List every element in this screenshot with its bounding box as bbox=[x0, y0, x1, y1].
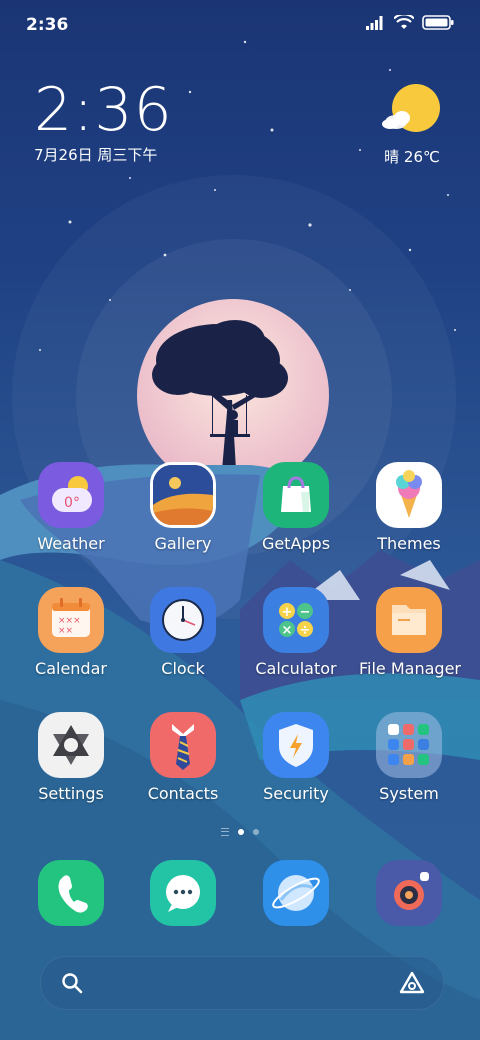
widget-date: 7月26日 周三下午 bbox=[34, 146, 158, 164]
page-indicator[interactable] bbox=[0, 828, 480, 836]
app-label: Weather bbox=[37, 534, 105, 553]
app-label: File Manager bbox=[359, 659, 461, 678]
dock-camera[interactable] bbox=[359, 860, 459, 926]
message-icon bbox=[150, 860, 216, 926]
signal-icon bbox=[366, 15, 383, 30]
app-file-manager[interactable]: File Manager bbox=[359, 587, 461, 678]
calendar-icon: ××× ×× bbox=[38, 587, 104, 653]
shopping-bag-icon bbox=[263, 462, 329, 528]
folder-icon bbox=[376, 587, 442, 653]
ice-cream-icon bbox=[376, 462, 442, 528]
app-getapps[interactable]: GetApps bbox=[246, 462, 346, 553]
app-clock[interactable]: Clock bbox=[133, 587, 233, 678]
status-icons bbox=[366, 15, 454, 30]
app-label: GetApps bbox=[261, 534, 331, 553]
svg-text:÷: ÷ bbox=[300, 623, 311, 638]
assistant-icon[interactable] bbox=[399, 971, 425, 995]
battery-icon bbox=[422, 15, 454, 30]
app-label: Contacts bbox=[147, 784, 219, 803]
app-label: Calculator bbox=[255, 659, 337, 678]
clock-icon bbox=[150, 587, 216, 653]
home-menu-icon[interactable] bbox=[221, 828, 229, 836]
status-bar: 2:36 bbox=[0, 0, 480, 50]
calculator-icon: + − × ÷ bbox=[263, 587, 329, 653]
home-screen: 2:36 2:36 7月26日 周三下午 晴 26℃ 0° Weather Ga… bbox=[0, 0, 480, 1040]
app-gallery[interactable]: Gallery bbox=[133, 462, 233, 553]
contacts-icon bbox=[150, 712, 216, 778]
status-time: 2:36 bbox=[26, 15, 69, 35]
camera-icon bbox=[376, 860, 442, 926]
svg-text:××: ×× bbox=[58, 626, 73, 636]
search-bar[interactable] bbox=[40, 956, 444, 1010]
app-label: Gallery bbox=[154, 534, 212, 553]
app-calculator[interactable]: + − × ÷ Calculator bbox=[246, 587, 346, 678]
folder-grid-icon bbox=[376, 712, 442, 778]
svg-text:−: − bbox=[300, 605, 311, 620]
page-dot-1[interactable] bbox=[238, 829, 244, 835]
gallery-icon bbox=[150, 462, 216, 528]
page-dot-2[interactable] bbox=[253, 829, 259, 835]
browser-icon bbox=[263, 860, 329, 926]
app-label: Calendar bbox=[35, 659, 107, 678]
dock-messages[interactable] bbox=[133, 860, 233, 926]
weather-tile-temp: 0° bbox=[64, 495, 80, 511]
phone-icon bbox=[38, 860, 104, 926]
shield-icon bbox=[263, 712, 329, 778]
app-label: Themes bbox=[377, 534, 441, 553]
wifi-icon bbox=[394, 15, 414, 29]
app-settings[interactable]: Settings bbox=[21, 712, 121, 803]
dock-browser[interactable] bbox=[246, 860, 346, 926]
weather-text: 晴 26℃ bbox=[384, 148, 440, 166]
app-system-folder[interactable]: System bbox=[359, 712, 459, 803]
svg-text:+: + bbox=[282, 605, 293, 620]
app-label: Security bbox=[263, 784, 329, 803]
weather-icon: 0° bbox=[38, 462, 104, 528]
partly-sunny-icon bbox=[382, 84, 440, 132]
dock-phone[interactable] bbox=[21, 860, 121, 926]
clock-widget[interactable]: 2:36 7月26日 周三下午 bbox=[34, 78, 173, 165]
app-label: Settings bbox=[38, 784, 104, 803]
app-themes[interactable]: Themes bbox=[359, 462, 459, 553]
app-calendar[interactable]: ××× ×× Calendar bbox=[21, 587, 121, 678]
app-security[interactable]: Security bbox=[246, 712, 346, 803]
app-weather[interactable]: 0° Weather bbox=[21, 462, 121, 553]
widget-time: 2:36 bbox=[34, 75, 173, 145]
app-contacts[interactable]: Contacts bbox=[133, 712, 233, 803]
svg-text:×: × bbox=[282, 623, 293, 638]
search-icon bbox=[62, 973, 83, 994]
svg-text:×××: ××× bbox=[58, 616, 81, 626]
weather-widget[interactable]: 晴 26℃ bbox=[380, 82, 444, 167]
settings-icon bbox=[38, 712, 104, 778]
app-label: System bbox=[379, 784, 439, 803]
app-label: Clock bbox=[161, 659, 205, 678]
